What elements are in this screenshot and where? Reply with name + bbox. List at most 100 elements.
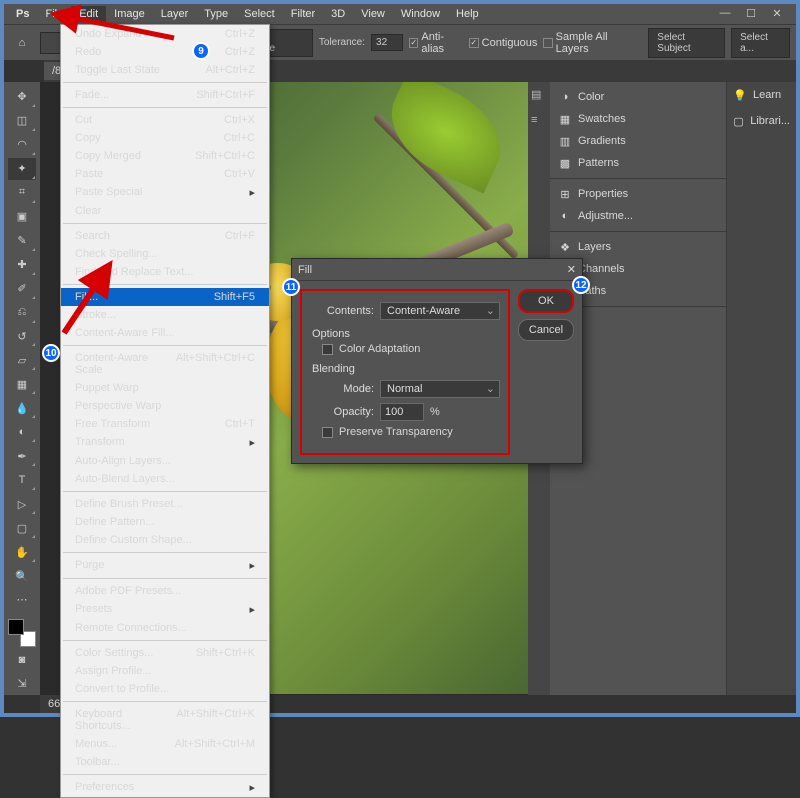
menu-item[interactable]: Presets: [61, 600, 269, 619]
ok-button[interactable]: OK: [518, 289, 574, 313]
tolerance-label: Tolerance:: [319, 37, 365, 48]
menu-item[interactable]: PasteCtrl+V: [61, 165, 269, 183]
close-icon[interactable]: ✕: [766, 6, 788, 20]
mode-label: Mode:: [310, 383, 374, 395]
magic-wand-tool[interactable]: ✦: [8, 158, 36, 180]
maximize-icon[interactable]: ☐: [740, 6, 762, 20]
panel-color[interactable]: ◑Color: [550, 86, 726, 108]
marquee-tool[interactable]: ◫: [8, 110, 36, 132]
panel-patterns[interactable]: ▩Patterns: [550, 152, 726, 174]
edit-menu-dropdown: Undo ExpandCtrl+ZRedoCtrl+ZToggle Last S…: [60, 24, 270, 798]
lasso-tool[interactable]: ◠: [8, 134, 36, 156]
menu-filter[interactable]: Filter: [283, 6, 323, 22]
menu-item[interactable]: Convert to Profile...: [61, 680, 269, 698]
menu-item[interactable]: Purge: [61, 556, 269, 575]
menu-item[interactable]: Define Brush Preset...: [61, 495, 269, 513]
menu-item[interactable]: Keyboard Shortcuts...Alt+Shift+Ctrl+K: [61, 705, 269, 735]
panel-gradients[interactable]: ▥Gradients: [550, 130, 726, 152]
menu-item[interactable]: Define Pattern...: [61, 513, 269, 531]
panel-libraries[interactable]: ▢Librari...: [727, 108, 796, 134]
menu-item[interactable]: CopyCtrl+C: [61, 129, 269, 147]
badge-9: 9: [192, 42, 210, 60]
menu-item[interactable]: Free TransformCtrl+T: [61, 415, 269, 433]
color-adaptation-checkbox[interactable]: Color Adaptation: [322, 343, 500, 355]
menu-item[interactable]: SearchCtrl+F: [61, 227, 269, 245]
dialog-close-icon[interactable]: ✕: [567, 263, 576, 276]
menu-item[interactable]: Perspective Warp: [61, 397, 269, 415]
panel-layers[interactable]: ❖Layers: [550, 236, 726, 258]
contents-select[interactable]: Content-Aware: [380, 302, 500, 320]
menu-select[interactable]: Select: [236, 6, 283, 22]
screen-mode[interactable]: ⇲: [8, 673, 36, 695]
menu-type[interactable]: Type: [196, 6, 236, 22]
app-logo: Ps: [8, 6, 37, 22]
antialias-checkbox[interactable]: ✓Anti-alias: [409, 31, 463, 55]
tolerance-input[interactable]: 32: [371, 34, 403, 51]
zoom-tool[interactable]: 🔍: [8, 565, 36, 587]
blur-tool[interactable]: 💧: [8, 397, 36, 419]
badge-12: 12: [572, 276, 590, 294]
menu-item[interactable]: Preferences: [61, 778, 269, 797]
gradient-tool[interactable]: ▦: [8, 373, 36, 395]
crop-tool[interactable]: ⌗: [8, 182, 36, 204]
menu-item[interactable]: Color Settings...Shift+Ctrl+K: [61, 644, 269, 662]
quick-mask[interactable]: ◙: [8, 649, 36, 671]
mode-select[interactable]: Normal: [380, 380, 500, 398]
select-subject-button[interactable]: Select Subject: [648, 28, 725, 58]
menu-item[interactable]: Content-Aware ScaleAlt+Shift+Ctrl+C: [61, 349, 269, 379]
panel-adjustments[interactable]: ◐Adjustme...: [550, 205, 726, 227]
menu-item[interactable]: Transform: [61, 433, 269, 452]
sampleall-checkbox[interactable]: Sample All Layers: [543, 31, 636, 55]
badge-10: 10: [42, 344, 60, 362]
menu-item[interactable]: Adobe PDF Presets...: [61, 582, 269, 600]
opacity-input[interactable]: 100: [380, 403, 424, 421]
menu-item[interactable]: Clear: [61, 202, 269, 220]
stamp-tool[interactable]: ⎌: [8, 302, 36, 324]
menu-window[interactable]: Window: [393, 6, 448, 22]
annotation-arrow: [64, 14, 184, 47]
eyedropper-tool[interactable]: ✎: [8, 230, 36, 252]
cancel-button[interactable]: Cancel: [518, 319, 574, 341]
menu-help[interactable]: Help: [448, 6, 487, 22]
select-and-mask-button[interactable]: Select a...: [731, 28, 790, 58]
hand-tool[interactable]: ✋: [8, 541, 36, 563]
menu-item[interactable]: Check Spelling...: [61, 245, 269, 263]
menu-item: Define Custom Shape...: [61, 531, 269, 549]
menu-item: Auto-Blend Layers...: [61, 470, 269, 488]
minimize-icon[interactable]: —: [714, 6, 736, 20]
healing-tool[interactable]: ✚: [8, 254, 36, 276]
history-icon[interactable]: ▤: [531, 88, 547, 104]
edit-toolbar[interactable]: ⋯: [8, 589, 36, 611]
menu-item[interactable]: CutCtrl+X: [61, 111, 269, 129]
panel-learn[interactable]: 💡Learn: [727, 82, 796, 108]
frame-tool[interactable]: ▣: [8, 206, 36, 228]
brush-tool[interactable]: ✐: [8, 278, 36, 300]
menu-item[interactable]: Toggle Last StateAlt+Ctrl+Z: [61, 61, 269, 79]
current-tool-icon[interactable]: [40, 32, 62, 54]
menu-item[interactable]: Assign Profile...: [61, 662, 269, 680]
options-label: Options: [312, 328, 500, 340]
menu-item[interactable]: Toolbar...: [61, 753, 269, 771]
history-brush-tool[interactable]: ↺: [8, 326, 36, 348]
brushes-icon[interactable]: ≡: [531, 114, 547, 130]
move-tool[interactable]: ✥: [8, 86, 36, 108]
menu-item[interactable]: Menus...Alt+Shift+Ctrl+M: [61, 735, 269, 753]
panel-swatches[interactable]: ▦Swatches: [550, 108, 726, 130]
menu-item[interactable]: Remote Connections...: [61, 619, 269, 637]
type-tool[interactable]: T: [8, 469, 36, 491]
home-icon[interactable]: ⌂: [10, 30, 34, 56]
tools-toolbar: ✥ ◫ ◠ ✦ ⌗ ▣ ✎ ✚ ✐ ⎌ ↺ ▱ ▦ 💧 ◐ ✒ T ▷ ▢ ✋ …: [4, 82, 40, 695]
color-swatches[interactable]: [8, 619, 36, 647]
panel-properties[interactable]: ⊞Properties: [550, 183, 726, 205]
fill-dialog: Fill ✕ Contents: Content-Aware Options C…: [291, 258, 583, 464]
path-tool[interactable]: ▷: [8, 493, 36, 515]
contiguous-checkbox[interactable]: ✓Contiguous: [469, 37, 538, 49]
menu-item[interactable]: Paste Special: [61, 183, 269, 202]
menu-item: Fade...Shift+Ctrl+F: [61, 86, 269, 104]
shape-tool[interactable]: ▢: [8, 517, 36, 539]
menu-3d[interactable]: 3D: [323, 6, 353, 22]
menu-view[interactable]: View: [353, 6, 393, 22]
dodge-tool[interactable]: ◐: [8, 421, 36, 443]
eraser-tool[interactable]: ▱: [8, 349, 36, 371]
pen-tool[interactable]: ✒: [8, 445, 36, 467]
